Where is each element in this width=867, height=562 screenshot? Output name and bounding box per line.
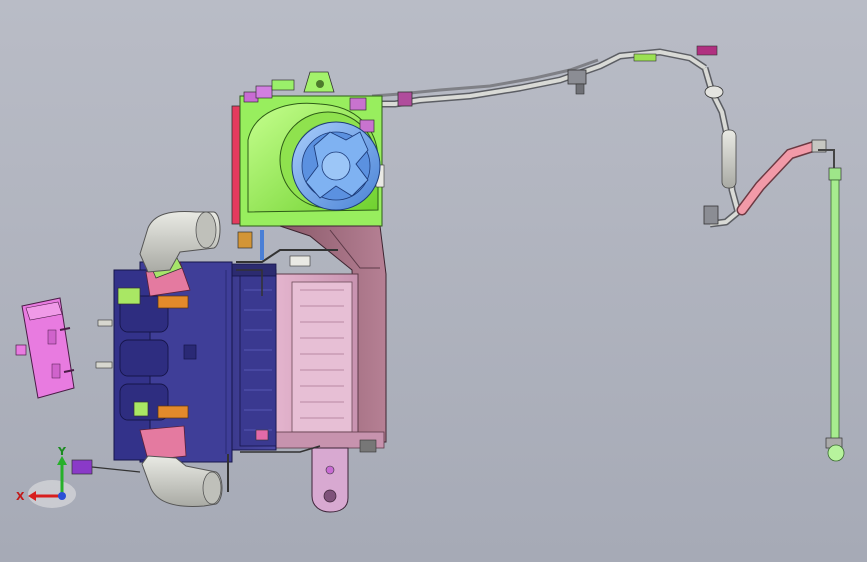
- orientation-triad: X Y: [16, 445, 76, 508]
- y-axis-label: Y: [57, 445, 67, 458]
- blower-fan-motor[interactable]: [291, 121, 381, 211]
- cad-viewport[interactable]: X Y: [0, 0, 867, 562]
- outlet-vent-2[interactable]: [119, 339, 169, 377]
- pipe-block-fitting[interactable]: [567, 69, 587, 85]
- tube-end-cap[interactable]: [827, 444, 845, 462]
- green-vertical-tube[interactable]: [830, 179, 840, 443]
- drain-hose-assembly[interactable]: [736, 139, 845, 462]
- x-axis-label: X: [16, 490, 25, 503]
- control-module[interactable]: [15, 297, 75, 399]
- lower-foot-duct[interactable]: [141, 455, 223, 507]
- receiver-drier[interactable]: [721, 129, 737, 189]
- pipe-clip-2[interactable]: [696, 45, 718, 56]
- heater-core-housing[interactable]: [113, 261, 277, 463]
- z-axis-dot: [58, 492, 66, 500]
- pipe-clip-1[interactable]: [397, 91, 413, 107]
- pipe-sleeve-green[interactable]: [633, 53, 657, 62]
- mount-bracket[interactable]: [311, 439, 377, 513]
- pipe-end-fitting[interactable]: [703, 205, 719, 225]
- refrigerant-pipe[interactable]: [360, 45, 742, 228]
- assembly-model[interactable]: X Y: [0, 0, 867, 562]
